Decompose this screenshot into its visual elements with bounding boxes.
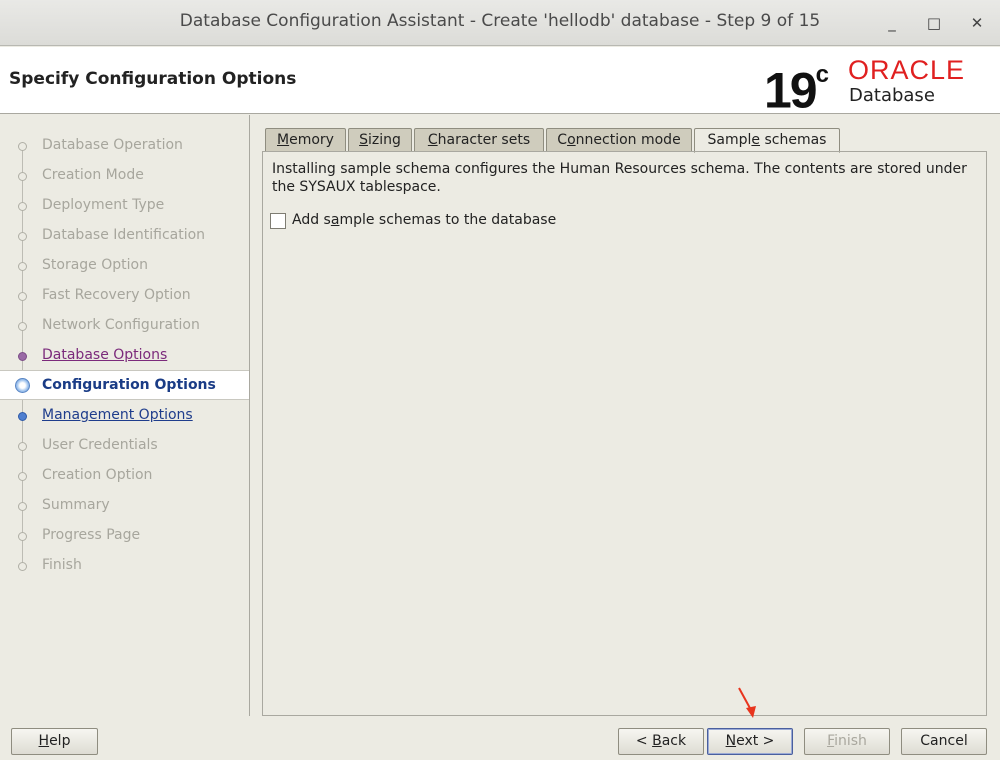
help-button[interactable]: Help — [11, 728, 98, 755]
nav-step-storage-option: Storage Option — [0, 251, 249, 281]
nav-step-fast-recovery-option: Fast Recovery Option — [0, 281, 249, 311]
step-dot-icon — [18, 502, 27, 511]
nav-step-label: Configuration Options — [42, 377, 216, 393]
nav-step-label: Summary — [42, 497, 110, 513]
maximize-icon[interactable]: □ — [923, 12, 945, 34]
nav-step-user-credentials: User Credentials — [0, 431, 249, 461]
nav-step-configuration-options: Configuration Options — [0, 370, 249, 400]
nav-step-label: Fast Recovery Option — [42, 287, 191, 303]
nav-step-network-configuration: Network Configuration — [0, 311, 249, 341]
tab-sizing[interactable]: Sizing — [348, 128, 412, 152]
next-button[interactable]: Next > — [707, 728, 793, 755]
step-dot-icon — [18, 172, 27, 181]
wizard-footer: Help < Back Next > Finish Cancel — [0, 716, 1000, 760]
nav-step-label[interactable]: Database Options — [42, 347, 167, 363]
step-dot-icon — [18, 232, 27, 241]
step-dot-icon — [18, 472, 27, 481]
nav-step-label: Database Operation — [42, 137, 183, 153]
checkbox-box[interactable] — [270, 213, 286, 229]
nav-step-database-options[interactable]: Database Options — [0, 341, 249, 371]
nav-step-label[interactable]: Management Options — [42, 407, 193, 423]
step-dot-icon — [18, 352, 27, 361]
step-dot-icon — [18, 292, 27, 301]
nav-step-label: Database Identification — [42, 227, 206, 243]
nav-step-summary: Summary — [0, 491, 249, 521]
oracle-logo: 19c ORACLE Database — [764, 55, 994, 119]
nav-step-finish: Finish — [0, 551, 249, 581]
tab-memory[interactable]: Memory — [265, 128, 346, 152]
tab-character-sets[interactable]: Character sets — [414, 128, 544, 152]
nav-step-creation-mode: Creation Mode — [0, 161, 249, 191]
checkbox-label[interactable]: Add sample schemas to the database — [292, 212, 556, 228]
tab-sample-schemas[interactable]: Sample schemas — [694, 128, 840, 153]
page-header: Specify Configuration Options 19c ORACLE… — [0, 47, 1000, 119]
logo-brand: ORACLE — [848, 55, 966, 85]
tab-panel — [262, 151, 987, 716]
step-dot-icon — [18, 322, 27, 331]
sample-schema-description: Installing sample schema configures the … — [272, 161, 967, 195]
step-dot-icon — [18, 442, 27, 451]
nav-step-label: Finish — [42, 557, 82, 573]
nav-step-management-options[interactable]: Management Options — [0, 401, 249, 431]
logo-version: 19c — [764, 61, 829, 119]
close-icon[interactable]: ✕ — [966, 12, 988, 34]
current-step-icon — [15, 378, 30, 393]
nav-step-progress-page: Progress Page — [0, 521, 249, 551]
nav-step-label: Storage Option — [42, 257, 148, 273]
nav-step-database-identification: Database Identification — [0, 221, 249, 251]
window-title: Database Configuration Assistant - Creat… — [179, 11, 821, 31]
step-dot-icon — [18, 262, 27, 271]
finish-button: Finish — [804, 728, 890, 755]
step-dot-icon — [18, 142, 27, 151]
window-titlebar: Database Configuration Assistant - Creat… — [0, 0, 1000, 46]
back-button[interactable]: < Back — [618, 728, 704, 755]
nav-step-label: Creation Option — [42, 467, 153, 483]
nav-step-database-operation: Database Operation — [0, 131, 249, 161]
page-title: Specify Configuration Options — [9, 69, 297, 89]
step-dot-icon — [18, 532, 27, 541]
nav-step-label: Network Configuration — [42, 317, 200, 333]
minimize-icon[interactable]: _ — [881, 12, 903, 34]
step-dot-icon — [18, 202, 27, 211]
cancel-button[interactable]: Cancel — [901, 728, 987, 755]
nav-step-label: Creation Mode — [42, 167, 144, 183]
step-navigation: Database Operation Creation Mode Deploym… — [0, 115, 250, 716]
step-dot-icon — [18, 562, 27, 571]
nav-step-label: Deployment Type — [42, 197, 165, 213]
nav-step-label: Progress Page — [42, 527, 141, 543]
logo-product: Database — [849, 85, 935, 106]
nav-step-creation-option: Creation Option — [0, 461, 249, 491]
nav-step-deployment-type: Deployment Type — [0, 191, 249, 221]
step-dot-icon — [18, 412, 27, 421]
annotation-arrow-icon — [738, 687, 756, 718]
tab-connection-mode[interactable]: Connection mode — [546, 128, 692, 152]
nav-step-label: User Credentials — [42, 437, 158, 453]
